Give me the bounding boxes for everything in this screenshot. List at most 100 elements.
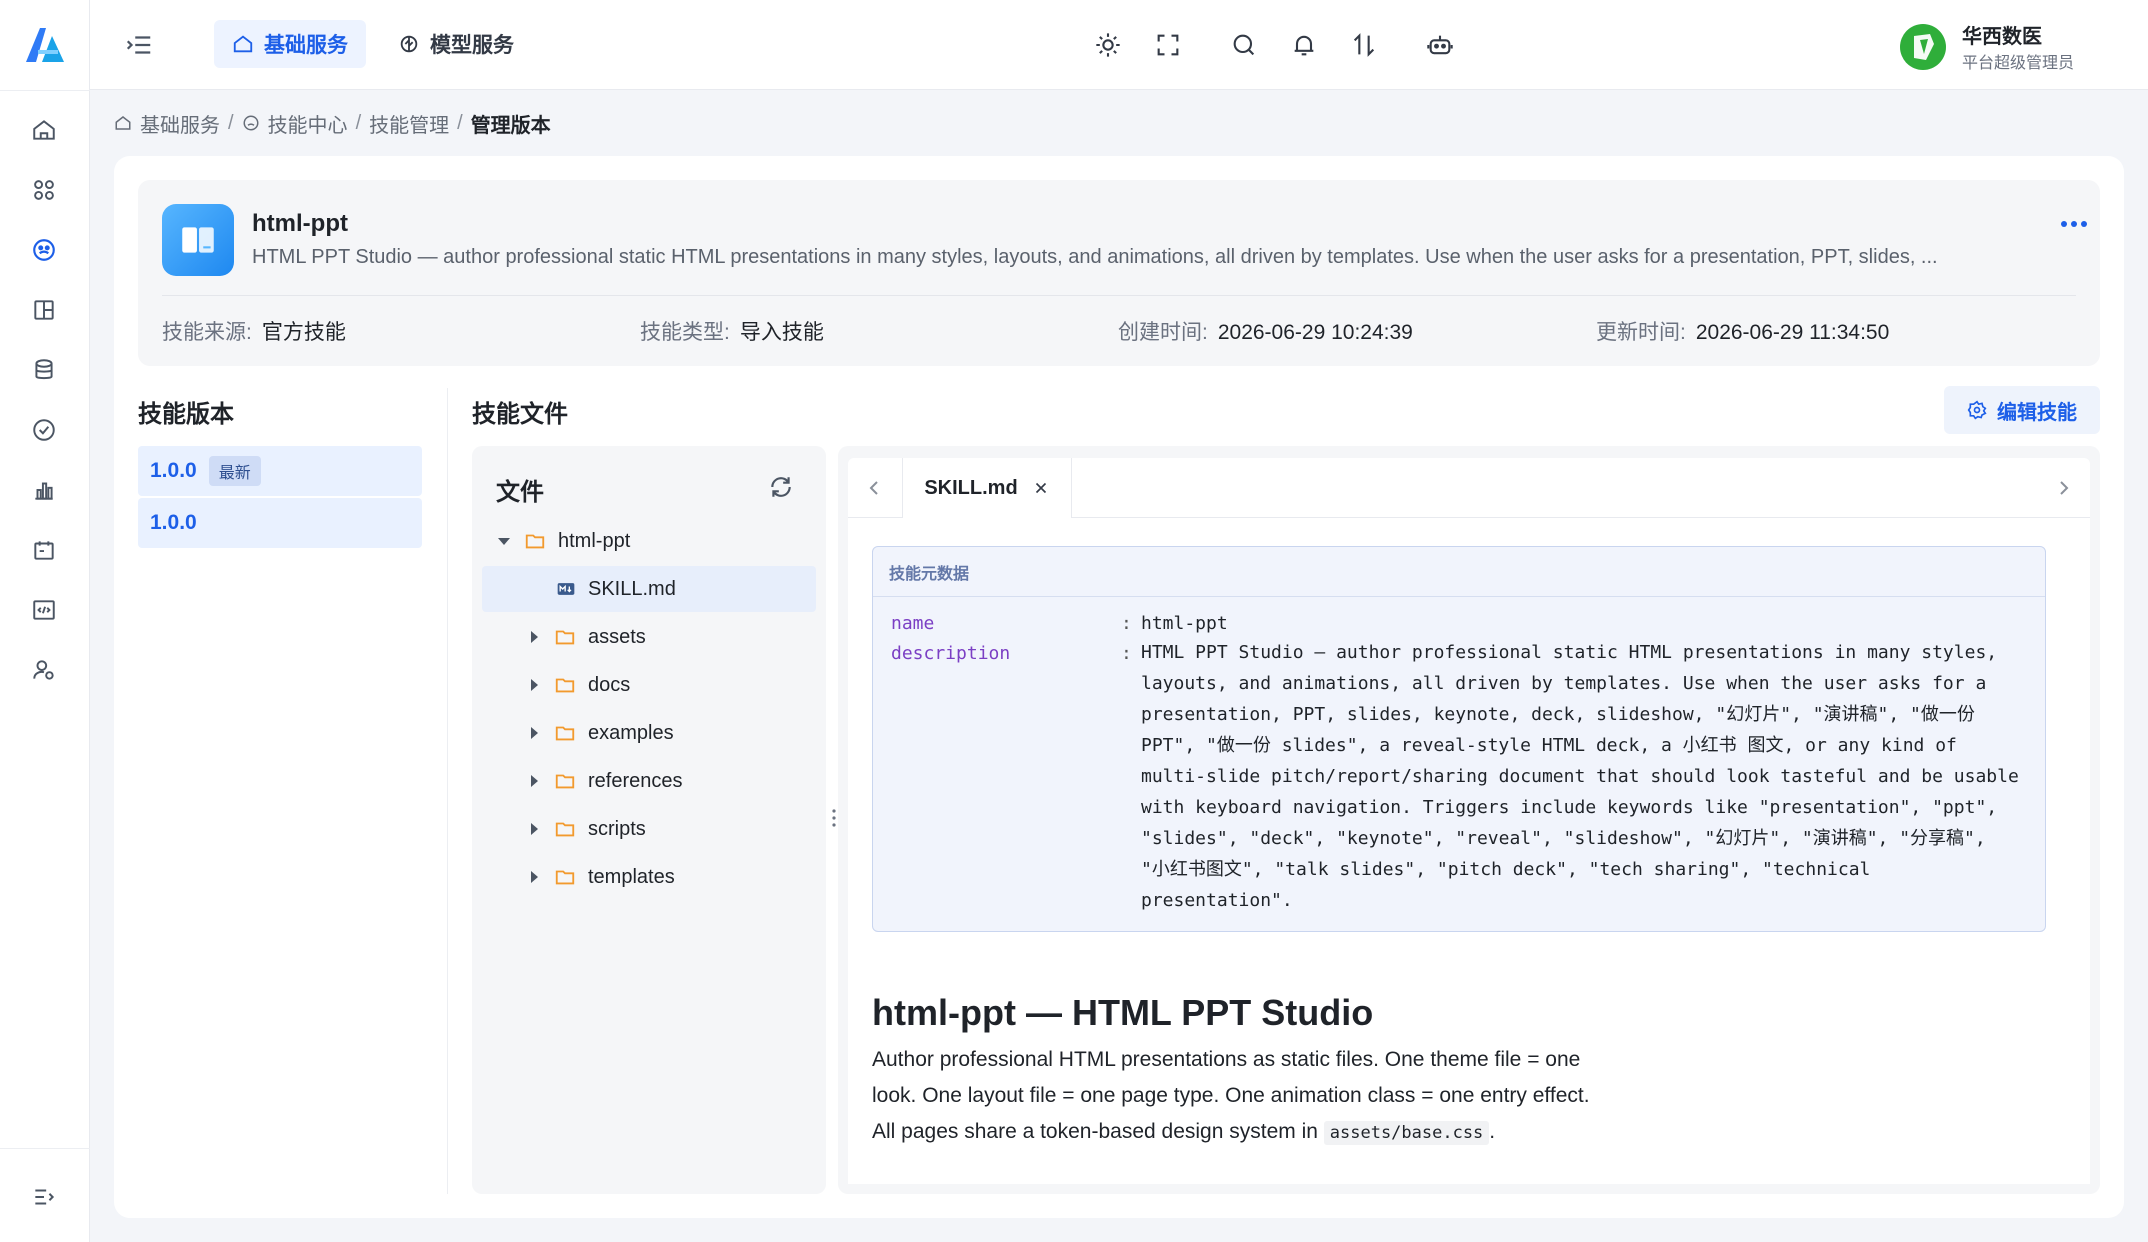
files-title: 技能文件 [472, 401, 568, 428]
file-tree-panel: 文件 html-ppt SKILL.md assets docs example… [472, 446, 826, 1194]
tab-skill-md[interactable]: SKILL.md [902, 458, 1072, 518]
versions-title: 技能版本 [138, 401, 234, 428]
tree-label: docs [588, 673, 631, 696]
tree-label: examples [588, 721, 674, 744]
header-divider [162, 295, 2076, 296]
search-icon[interactable] [1228, 29, 1260, 61]
nav-home-icon[interactable] [27, 113, 61, 147]
folder-icon [555, 726, 575, 741]
bell-icon[interactable] [1288, 29, 1320, 61]
app-logo-icon[interactable] [22, 26, 68, 64]
nav-apps-icon[interactable] [27, 173, 61, 207]
main-card: html-ppt HTML PPT Studio — author profes… [114, 156, 2124, 1218]
top-tab-label: 基础服务 [264, 34, 348, 57]
folder-icon [555, 822, 575, 837]
caret-right-icon [531, 679, 538, 691]
tree-folder-examples[interactable]: examples [482, 710, 816, 756]
edit-skill-button[interactable]: 编辑技能 [1944, 386, 2100, 434]
breadcrumb-item-skill-management[interactable]: 技能管理 [369, 109, 449, 138]
caret-down-icon [498, 538, 510, 545]
metadata-description-value: HTML PPT Studio — author professional st… [1141, 642, 2019, 911]
breadcrumb-item-skill-center[interactable]: 技能中心 [268, 109, 348, 138]
metadata-key: description [891, 643, 1011, 664]
version-item[interactable]: 1.0.0 [138, 498, 422, 548]
nav-chart-icon[interactable] [27, 473, 61, 507]
folder-icon [555, 774, 575, 789]
transfer-icon[interactable] [1348, 29, 1380, 61]
tree-label: references [588, 769, 683, 792]
markdown-preview: 技能元数据 name: html-ppt description: HTML PP… [848, 518, 2090, 1184]
tree-folder-assets[interactable]: assets [482, 614, 816, 660]
meta-updated: 更新时间: 2026-06-29 11:34:50 [1596, 321, 1890, 344]
tree-label: SKILL.md [588, 577, 676, 600]
version-item[interactable]: 1.0.0 最新 [138, 446, 422, 496]
caret-right-icon [531, 727, 538, 739]
nav-skill-center-icon[interactable] [27, 233, 61, 267]
top-bar: 基础服务 模型服务 华西数医 平台超级管理员 [90, 0, 2148, 90]
tree-folder-docs[interactable]: docs [482, 662, 816, 708]
caret-right-icon [531, 823, 538, 835]
metadata-value: html-ppt [1141, 613, 1228, 634]
tree-file-skill-md[interactable]: SKILL.md [482, 566, 816, 612]
top-tab-basic-services[interactable]: 基础服务 [214, 20, 366, 68]
doc-heading: html-ppt — HTML PPT Studio [872, 992, 1374, 1033]
nav-user-settings-icon[interactable] [27, 653, 61, 687]
latest-badge: 最新 [208, 456, 261, 486]
tab-label: SKILL.md [924, 476, 1018, 499]
nav-database-icon[interactable] [27, 353, 61, 387]
gear-icon [1967, 400, 1987, 420]
nav-check-icon[interactable] [27, 413, 61, 447]
nav-layout-icon[interactable] [27, 293, 61, 327]
tree-folder-root[interactable]: html-ppt [482, 518, 816, 564]
chevron-left-icon[interactable] [862, 476, 886, 500]
meta-created: 创建时间: 2026-06-29 10:24:39 [1118, 321, 1413, 344]
breadcrumb-separator: / [355, 111, 362, 134]
collapse-rail-icon[interactable] [27, 1180, 61, 1214]
tree-folder-references[interactable]: references [482, 758, 816, 804]
menu-toggle-icon[interactable] [124, 30, 154, 60]
refresh-icon[interactable] [768, 474, 794, 500]
close-icon[interactable] [1032, 479, 1050, 497]
tree-folder-templates[interactable]: templates [482, 854, 816, 900]
fullscreen-icon[interactable] [1152, 29, 1184, 61]
skill-metadata-box: 技能元数据 name: html-ppt description: HTML PP… [872, 546, 2046, 932]
caret-right-icon [531, 775, 538, 787]
more-options-icon[interactable] [2058, 214, 2090, 234]
meta-type: 技能类型: 导入技能 [640, 321, 824, 344]
nav-calendar-icon[interactable] [27, 533, 61, 567]
metadata-row-name: name: html-ppt [891, 613, 1228, 634]
tree-folder-scripts[interactable]: scripts [482, 806, 816, 852]
top-tab-label: 模型服务 [430, 34, 514, 57]
home-icon [115, 116, 131, 130]
metadata-key: name [891, 613, 935, 634]
nav-code-icon[interactable] [27, 593, 61, 627]
user-role: 平台超级管理员 [1962, 55, 2075, 72]
skill-description: HTML PPT Studio — author professional st… [252, 246, 1938, 268]
folder-icon [555, 678, 575, 693]
rail-divider [0, 90, 90, 91]
book-icon [162, 204, 234, 276]
rail-bottom-divider [0, 1148, 90, 1149]
metadata-header: 技能元数据 [873, 547, 2045, 597]
chevron-right-icon[interactable] [2052, 476, 2076, 500]
folder-icon [525, 534, 545, 549]
folder-icon [555, 870, 575, 885]
top-tab-model-services[interactable]: 模型服务 [380, 20, 532, 68]
model-icon [400, 35, 418, 53]
theme-toggle-icon[interactable] [1092, 29, 1124, 61]
tree-label: html-ppt [558, 529, 631, 552]
caret-right-icon [531, 631, 538, 643]
tree-label: templates [588, 865, 675, 888]
caret-right-icon [531, 871, 538, 883]
version-label: 1.0.0 [150, 459, 197, 482]
robot-icon[interactable] [1424, 29, 1456, 61]
file-tree-title: 文件 [496, 479, 544, 506]
breadcrumb-current: 管理版本 [470, 114, 551, 137]
breadcrumb: 基础服务 / 技能中心 / 技能管理 / 管理版本 [114, 108, 551, 138]
user-name: 华西数医 [1962, 26, 2042, 48]
left-rail [0, 0, 90, 1242]
skill-name: html-ppt [252, 210, 348, 237]
breadcrumb-item-basic-services[interactable]: 基础服务 [140, 109, 220, 138]
avatar[interactable] [1900, 24, 1946, 70]
folder-icon [555, 630, 575, 645]
